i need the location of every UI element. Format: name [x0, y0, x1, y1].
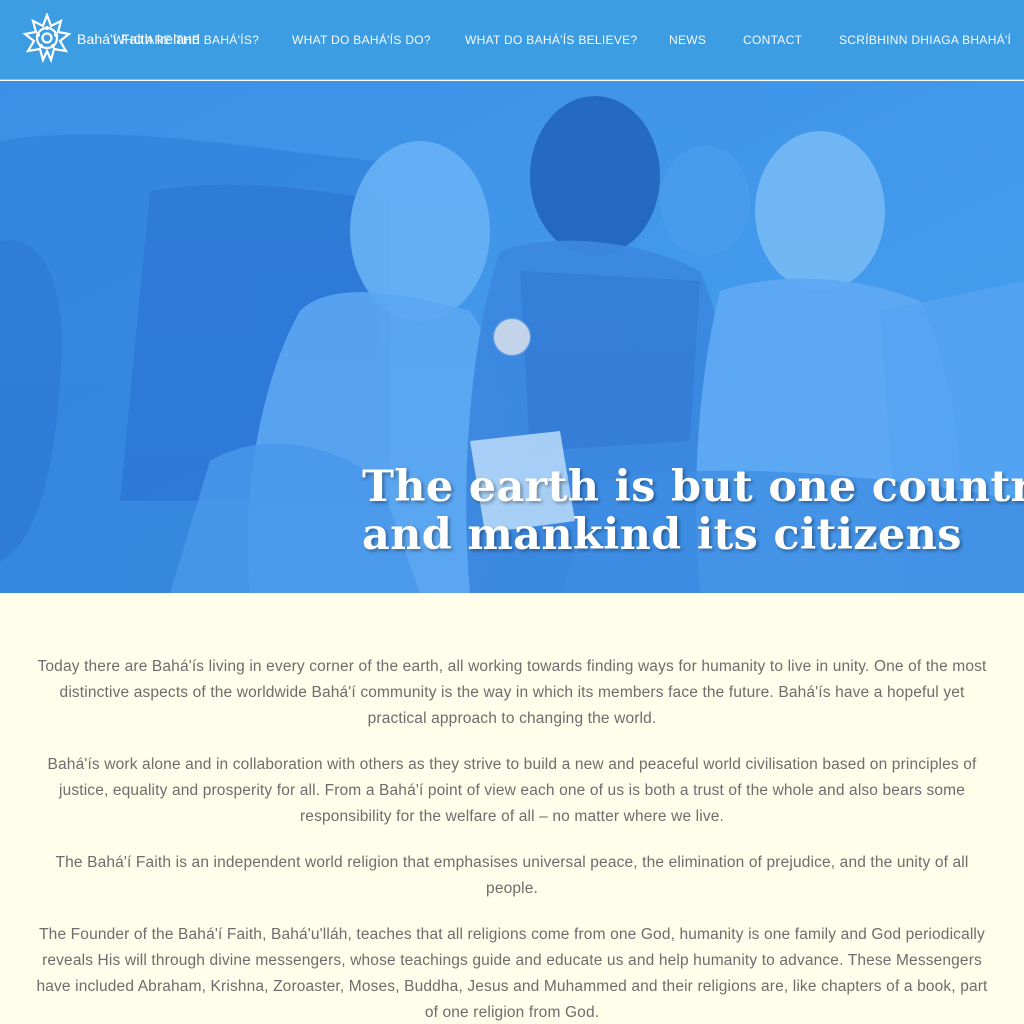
intro-paragraph-4: The Founder of the Bahá'í Faith, Bahá'u'… — [36, 926, 988, 1021]
intro-paragraph-1: Today there are Bahá'ís living in every … — [37, 658, 987, 727]
main-nav: WHO ARE THE BAHÁ'ÍS? WHAT DO BAHÁ'ÍS DO?… — [0, 33, 1024, 49]
hero-quote: The earth is but one country and mankind… — [362, 462, 1024, 560]
slider-dot[interactable] — [494, 319, 530, 355]
intro-paragraph-3: The Bahá'í Faith is an independent world… — [55, 854, 969, 897]
nav-what-do-bahais-do[interactable]: WHAT DO BAHÁ'ÍS DO? — [292, 33, 431, 47]
nav-contact[interactable]: CONTACT — [743, 33, 802, 47]
site-header: Bahá'í Faith Ireland WHO ARE THE BAHÁ'ÍS… — [0, 0, 1024, 80]
nav-who-are-the-bahais[interactable]: WHO ARE THE BAHÁ'ÍS? — [113, 33, 259, 47]
hero-quote-line-2: and mankind its citizens — [362, 510, 962, 560]
nav-scribhinn-dhiaga[interactable]: SCRÍBHINN DHIAGA BHAHÁ'Í — [839, 33, 1011, 47]
hero-quote-line-1: The earth is but one country — [362, 462, 1024, 512]
hero-banner: The earth is but one country and mankind… — [0, 81, 1024, 593]
nav-what-do-bahais-believe[interactable]: WHAT DO BAHÁ'ÍS BELIEVE? — [465, 33, 637, 47]
intro-paragraph-2: Bahá'ís work alone and in collaboration … — [47, 756, 977, 825]
intro-content: Today there are Bahá'ís living in every … — [30, 654, 994, 1024]
nav-news[interactable]: NEWS — [669, 33, 706, 47]
